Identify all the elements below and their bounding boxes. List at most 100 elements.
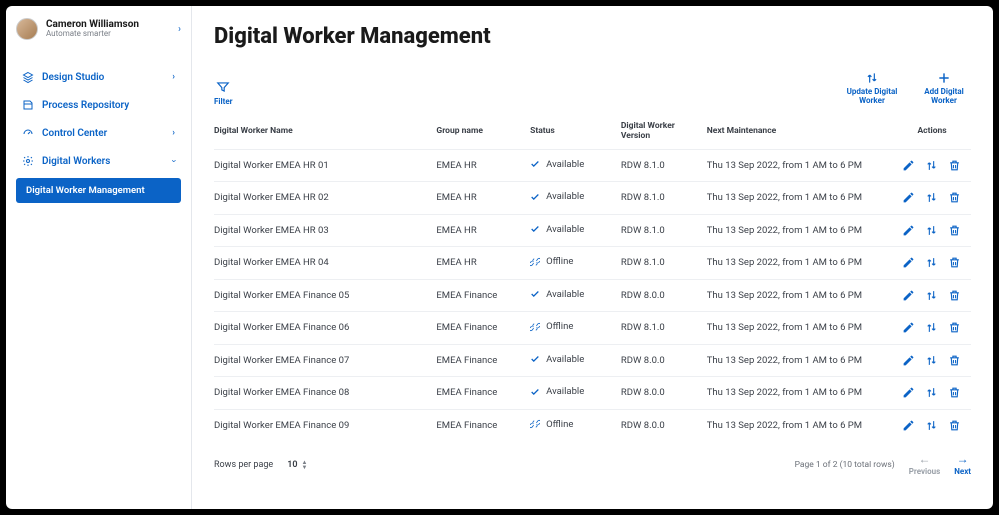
chevron-right-icon: › xyxy=(172,72,175,82)
update-button[interactable] xyxy=(925,419,938,432)
cell-group: EMEA Finance xyxy=(436,409,530,441)
trash-icon xyxy=(948,191,961,204)
table-row: Digital Worker EMEA Finance 05EMEA Finan… xyxy=(214,279,971,312)
cell-version: RDW 8.0.0 xyxy=(621,377,707,410)
check-icon xyxy=(530,354,540,364)
update-button[interactable] xyxy=(925,224,938,237)
delete-button[interactable] xyxy=(948,321,961,334)
sidebar-subitem-digital-worker-management[interactable]: Digital Worker Management xyxy=(16,178,181,203)
cell-actions xyxy=(899,182,971,215)
cell-maintenance: Thu 13 Sep 2022, from 1 AM to 6 PM xyxy=(707,182,899,215)
cell-name: Digital Worker EMEA HR 03 xyxy=(214,214,436,247)
edit-button[interactable] xyxy=(902,321,915,334)
update-button[interactable] xyxy=(925,159,938,172)
col-header-name[interactable]: Digital Worker Name xyxy=(214,114,436,150)
edit-button[interactable] xyxy=(902,354,915,367)
update-icon xyxy=(925,386,938,399)
update-icon xyxy=(925,159,938,172)
edit-button[interactable] xyxy=(902,419,915,432)
add-digital-worker-button[interactable]: Add Digital Worker xyxy=(917,71,971,106)
sidebar-item-digital-workers[interactable]: Digital Workers › xyxy=(16,148,181,174)
table-row: Digital Worker EMEA HR 03EMEA HR Availabl… xyxy=(214,214,971,247)
cell-name: Digital Worker EMEA HR 01 xyxy=(214,149,436,182)
cell-version: RDW 8.0.0 xyxy=(621,279,707,312)
update-icon xyxy=(925,191,938,204)
layers-icon xyxy=(22,71,34,83)
next-label: Next xyxy=(954,467,971,476)
edit-button[interactable] xyxy=(902,224,915,237)
table-row: Digital Worker EMEA Finance 09EMEA Finan… xyxy=(214,409,971,441)
rows-per-page-select[interactable]: 10 ▲▼ xyxy=(287,460,307,470)
cell-version: RDW 8.1.0 xyxy=(621,214,707,247)
col-header-actions: Actions xyxy=(899,114,971,150)
cell-name: Digital Worker EMEA HR 04 xyxy=(214,247,436,280)
delete-button[interactable] xyxy=(948,354,961,367)
status-text: Available xyxy=(546,289,584,300)
add-label: Add Digital Worker xyxy=(917,88,971,106)
pencil-icon xyxy=(902,386,915,399)
delete-button[interactable] xyxy=(948,256,961,269)
update-button[interactable] xyxy=(925,191,938,204)
cell-name: Digital Worker EMEA Finance 06 xyxy=(214,312,436,345)
update-icon xyxy=(925,354,938,367)
next-page-button[interactable]: → Next xyxy=(954,453,971,476)
cell-status: Available xyxy=(530,149,621,182)
profile-card[interactable]: Cameron Williamson Automate smarter › xyxy=(6,14,191,50)
sidebar-item-label: Process Repository xyxy=(42,100,129,111)
delete-button[interactable] xyxy=(948,224,961,237)
col-header-group[interactable]: Group name xyxy=(436,114,530,150)
delete-button[interactable] xyxy=(948,191,961,204)
edit-button[interactable] xyxy=(902,159,915,172)
sidebar-item-control-center[interactable]: Control Center › xyxy=(16,120,181,146)
cell-status: Offline xyxy=(530,312,621,345)
delete-button[interactable] xyxy=(948,289,961,302)
edit-button[interactable] xyxy=(902,256,915,269)
table-row: Digital Worker EMEA Finance 08EMEA Finan… xyxy=(214,377,971,410)
col-header-maintenance[interactable]: Next Maintenance xyxy=(707,114,899,150)
cell-group: EMEA HR xyxy=(436,214,530,247)
delete-button[interactable] xyxy=(948,386,961,399)
cell-name: Digital Worker EMEA HR 02 xyxy=(214,182,436,215)
toolbar: Filter Update Digital Worker Add Digital… xyxy=(214,71,971,106)
plus-icon xyxy=(937,71,951,85)
edit-button[interactable] xyxy=(902,289,915,302)
check-icon xyxy=(530,192,540,202)
col-header-status[interactable]: Status xyxy=(530,114,621,150)
cell-actions xyxy=(899,279,971,312)
sidebar-item-design-studio[interactable]: Design Studio › xyxy=(16,64,181,90)
status-text: Available xyxy=(546,224,584,235)
update-icon xyxy=(925,256,938,269)
cell-maintenance: Thu 13 Sep 2022, from 1 AM to 6 PM xyxy=(707,149,899,182)
update-button[interactable] xyxy=(925,289,938,302)
update-button[interactable] xyxy=(925,321,938,334)
sidebar-item-process-repository[interactable]: Process Repository xyxy=(16,92,181,118)
edit-button[interactable] xyxy=(902,386,915,399)
update-button[interactable] xyxy=(925,386,938,399)
gear-icon xyxy=(22,155,34,167)
table-footer: Rows per page 10 ▲▼ Page 1 of 2 (10 tota… xyxy=(214,441,971,476)
main-content: Digital Worker Management Filter Update … xyxy=(192,6,993,509)
cell-status: Available xyxy=(530,214,621,247)
rows-per-page-label: Rows per page xyxy=(214,460,273,470)
update-icon xyxy=(925,419,938,432)
delete-button[interactable] xyxy=(948,419,961,432)
update-icon xyxy=(865,71,879,85)
cell-group: EMEA Finance xyxy=(436,279,530,312)
update-label: Update Digital Worker xyxy=(845,88,899,106)
previous-page-button[interactable]: ← Previous xyxy=(909,453,941,476)
chevron-right-icon: › xyxy=(172,128,175,138)
delete-button[interactable] xyxy=(948,159,961,172)
cell-version: RDW 8.0.0 xyxy=(621,409,707,441)
update-button[interactable] xyxy=(925,354,938,367)
cell-group: EMEA Finance xyxy=(436,377,530,410)
col-header-version[interactable]: Digital Worker Version xyxy=(621,114,707,150)
update-button[interactable] xyxy=(925,256,938,269)
filter-button[interactable]: Filter xyxy=(214,80,233,106)
cell-group: EMEA Finance xyxy=(436,312,530,345)
status-text: Available xyxy=(546,386,584,397)
update-digital-worker-button[interactable]: Update Digital Worker xyxy=(845,71,899,106)
cell-name: Digital Worker EMEA Finance 09 xyxy=(214,409,436,441)
cell-actions xyxy=(899,149,971,182)
edit-button[interactable] xyxy=(902,191,915,204)
page-title: Digital Worker Management xyxy=(214,24,971,49)
